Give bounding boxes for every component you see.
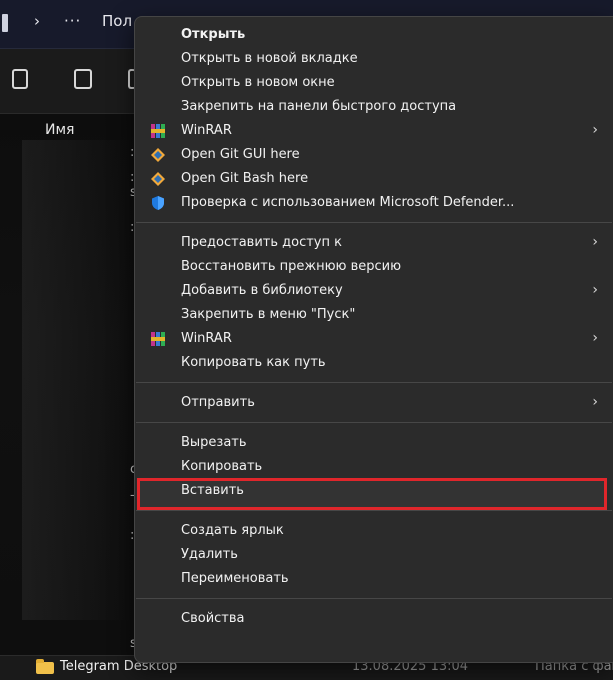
menu-item-label: Закрепить в меню "Пуск" — [181, 307, 356, 322]
menu-item-label: WinRAR — [181, 123, 232, 138]
submenu-chevron-icon: › — [592, 330, 598, 346]
menu-item-label: Закрепить на панели быстрого доступа — [181, 99, 457, 114]
menu-item[interactable]: Open Git GUI here — [135, 143, 612, 167]
submenu-chevron-icon: › — [592, 394, 598, 410]
menu-item[interactable]: Открыть — [135, 23, 612, 47]
rename-icon[interactable] — [74, 69, 92, 89]
submenu-chevron-icon: › — [592, 234, 598, 250]
window-edge-icon — [2, 14, 8, 32]
menu-item-label: Предоставить доступ к — [181, 235, 342, 250]
menu-item[interactable]: Свойства — [135, 607, 612, 631]
menu-separator — [136, 510, 612, 511]
menu-item-label: Open Git Bash here — [181, 171, 309, 186]
menu-item[interactable]: Закрепить в меню "Пуск" — [135, 303, 612, 327]
menu-item[interactable]: Проверка с использованием Microsoft Defe… — [135, 191, 612, 215]
menu-item-label: Open Git GUI here — [181, 147, 300, 162]
menu-item[interactable]: Добавить в библиотеку › — [135, 279, 612, 303]
menu-item-label: Копировать — [181, 459, 263, 474]
menu-item-label: Создать ярлык — [181, 523, 284, 538]
menu-separator — [136, 222, 612, 223]
menu-item[interactable]: WinRAR › — [135, 119, 612, 143]
breadcrumb-chevron-icon[interactable]: › — [34, 12, 40, 30]
menu-item[interactable]: Вырезать — [135, 431, 612, 455]
submenu-chevron-icon: › — [592, 122, 598, 138]
menu-item-label: WinRAR — [181, 331, 232, 346]
folder-icon — [36, 659, 54, 674]
menu-item[interactable]: Удалить — [135, 543, 612, 567]
context-menu: Открыть Открыть в новой вкладке Открыть в … — [134, 16, 613, 663]
screen: › ··· Пол Имя : : s : c - : s Telegram D… — [0, 0, 613, 680]
menu-item-label: Свойства — [181, 611, 245, 626]
menu-item[interactable]: Предоставить доступ к › — [135, 231, 612, 255]
menu-item[interactable]: Отправить › — [135, 391, 612, 415]
menu-separator — [136, 598, 612, 599]
menu-item[interactable]: Копировать как путь — [135, 351, 612, 375]
winrar-icon — [150, 123, 166, 139]
menu-item[interactable]: Восстановить прежнюю версию — [135, 255, 612, 279]
winrar-icon — [150, 331, 166, 347]
menu-item-label: Вырезать — [181, 435, 247, 450]
menu-item-label: Копировать как путь — [181, 355, 326, 370]
menu-item[interactable]: WinRAR › — [135, 327, 612, 351]
menu-item-label: Проверка с использованием Microsoft Defe… — [181, 195, 515, 210]
menu-item-label: Переименовать — [181, 571, 289, 586]
menu-item-label: Открыть в новой вкладке — [181, 51, 358, 66]
menu-item[interactable]: Создать ярлык — [135, 519, 612, 543]
menu-item[interactable]: Открыть в новом окне — [135, 71, 612, 95]
menu-item-label: Восстановить прежнюю версию — [181, 259, 402, 274]
menu-item[interactable]: Переименовать — [135, 567, 612, 591]
menu-item[interactable]: Open Git Bash here — [135, 167, 612, 191]
copy-icon[interactable] — [12, 69, 28, 89]
submenu-chevron-icon: › — [592, 282, 598, 298]
git-icon — [150, 171, 166, 187]
menu-item-label: Открыть — [181, 27, 246, 42]
menu-item-label: Удалить — [181, 547, 238, 562]
menu-separator — [136, 422, 612, 423]
menu-item-label: Отправить — [181, 395, 255, 410]
menu-item[interactable]: Копировать — [135, 455, 612, 479]
file-list-thumbnails — [22, 140, 132, 620]
menu-item-label: Открыть в новом окне — [181, 75, 335, 90]
menu-item-label: Добавить в библиотеку — [181, 283, 343, 298]
menu-item[interactable]: Закрепить на панели быстрого доступа — [135, 95, 612, 119]
menu-separator — [136, 382, 612, 383]
breadcrumb-more-button[interactable]: ··· — [64, 12, 81, 30]
breadcrumb-location[interactable]: Пол — [102, 12, 132, 30]
column-header-name[interactable]: Имя — [45, 122, 74, 138]
copy-highlight-box — [137, 478, 607, 510]
defender-shield-icon — [150, 195, 166, 211]
menu-item[interactable]: Открыть в новой вкладке — [135, 47, 612, 71]
git-icon — [150, 147, 166, 163]
